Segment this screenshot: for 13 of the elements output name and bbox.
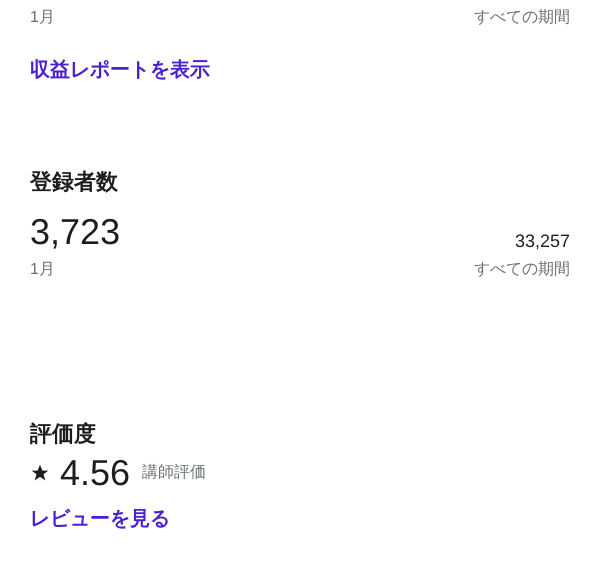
- reviews-link[interactable]: レビューを見る: [30, 508, 170, 530]
- section-title: 登録者数: [30, 168, 119, 196]
- period-label: 1月: [30, 260, 55, 280]
- subscriber-count: 3,723: [30, 212, 120, 252]
- star-icon: [30, 463, 50, 483]
- period-label: すべての期間: [474, 8, 570, 28]
- period-label: 1月: [30, 8, 55, 28]
- period-label: すべての期間: [474, 260, 570, 280]
- total-count: 33,257: [514, 230, 570, 252]
- revenue-report-link[interactable]: 収益レポートを表示: [30, 59, 210, 81]
- section-title: 評価度: [30, 420, 97, 448]
- rating-value: 4.56: [60, 452, 130, 494]
- rating-caption: 講師評価: [142, 462, 206, 483]
